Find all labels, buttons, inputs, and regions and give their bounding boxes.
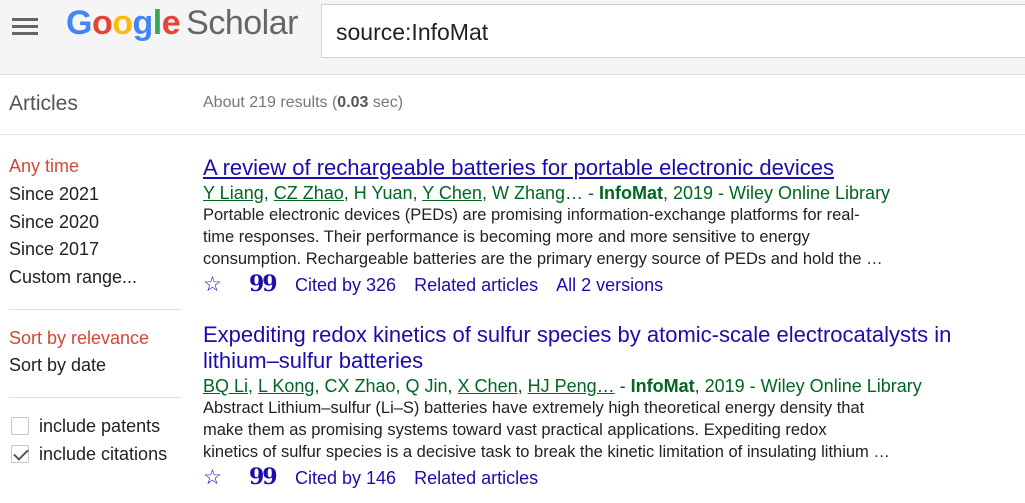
author-link[interactable]: Y Chen [422, 183, 482, 203]
related-articles-link[interactable]: Related articles [414, 273, 538, 297]
cite-quote-icon[interactable]: 99 [249, 272, 278, 296]
author-name: W Zhang… [491, 183, 583, 203]
sort-by-date[interactable]: Sort by date [9, 355, 106, 376]
include-patents-option[interactable]: include patents [11, 416, 160, 437]
search-input[interactable]: source:InfoMat [321, 4, 1025, 58]
result-authors-line: BQ Li, L Kong, CX Zhao, Q Jin, X Chen, H… [203, 376, 922, 396]
cited-by-link[interactable]: Cited by 326 [295, 273, 396, 297]
journal-name: InfoMat [630, 376, 695, 396]
filter-since-2017[interactable]: Since 2017 [9, 239, 99, 260]
result-title-link[interactable]: lithium–sulfur batteries [203, 348, 1025, 374]
search-result: A review of rechargeable batteries for p… [203, 155, 1025, 297]
cited-by-link[interactable]: Cited by 146 [295, 466, 396, 490]
author-link[interactable]: X Chen [458, 376, 518, 396]
include-citations-checkbox[interactable] [11, 445, 29, 463]
results-count: About 219 results (0.03 sec) [203, 94, 404, 111]
cite-quote-icon[interactable]: 99 [249, 465, 278, 489]
related-articles-link[interactable]: Related articles [414, 466, 538, 490]
filter-custom-range[interactable]: Custom range... [9, 267, 137, 288]
google-logo-text: Google [66, 4, 181, 42]
filter-any-time[interactable]: Any time [9, 156, 79, 177]
sidebar-divider [9, 309, 181, 310]
result-authors-line: Y Liang, CZ Zhao, H Yuan, Y Chen, W Zhan… [203, 183, 891, 203]
result-title-link[interactable]: Expediting redox kinetics of sulfur spec… [203, 322, 1025, 348]
search-result: Expediting redox kinetics of sulfur spec… [203, 322, 1025, 490]
google-scholar-logo[interactable]: Google Scholar [66, 4, 298, 43]
result-actions: ☆ 99 Cited by 326 Related articles All 2 ver… [203, 272, 1025, 297]
author-name: H Yuan [353, 183, 413, 203]
all-versions-link[interactable]: All 2 versions [556, 273, 663, 297]
journal-name: InfoMat [598, 183, 663, 203]
author-link[interactable]: Y Liang [203, 183, 264, 203]
include-citations-label: include citations [39, 444, 168, 464]
section-title[interactable]: Articles [9, 92, 78, 116]
filter-since-2020[interactable]: Since 2020 [9, 212, 99, 233]
year-source: , 2019 - Wiley Online Library [694, 376, 922, 396]
result-title-link[interactable]: A review of rechargeable batteries for p… [203, 155, 1025, 181]
filter-since-2021[interactable]: Since 2021 [9, 184, 99, 205]
save-star-icon[interactable]: ☆ [203, 273, 231, 297]
year-source: , 2019 - Wiley Online Library [662, 183, 891, 203]
author-link[interactable]: CZ Zhao [274, 183, 344, 203]
author-name: Q Jin [405, 376, 448, 396]
sidebar-divider [9, 397, 181, 398]
scholar-logo-text: Scholar [186, 4, 298, 42]
header-divider [0, 134, 1025, 135]
include-citations-option[interactable]: include citations [11, 444, 167, 465]
result-snippet: Portable electronic devices (PEDs) are p… [203, 206, 883, 268]
top-bar: Google Scholar source:InfoMat [0, 0, 1025, 75]
sort-by-relevance[interactable]: Sort by relevance [9, 328, 149, 349]
author-name: CX Zhao [324, 376, 396, 396]
include-patents-label: include patents [39, 416, 161, 436]
save-star-icon[interactable]: ☆ [203, 466, 231, 490]
author-link[interactable]: BQ Li [203, 376, 248, 396]
author-link[interactable]: L Kong [258, 376, 314, 396]
result-actions: ☆ 99 Cited by 146 Related articles [203, 465, 1025, 490]
author-link[interactable]: HJ Peng… [528, 376, 615, 396]
include-patents-checkbox[interactable] [11, 417, 29, 435]
result-snippet: Abstract Lithium–sulfur (Li–S) batteries… [203, 399, 890, 461]
hamburger-menu-icon[interactable] [10, 15, 40, 39]
